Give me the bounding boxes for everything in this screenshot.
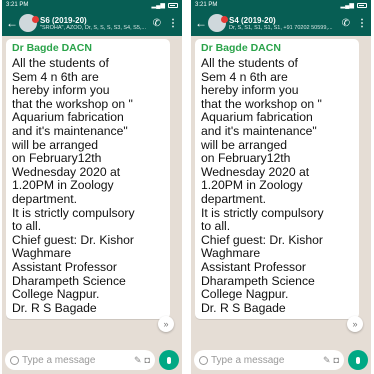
- message-input-pill[interactable]: Type a message ✎ ◘: [194, 350, 344, 370]
- message-line: Dr. R S Bagade: [201, 300, 286, 315]
- mic-glyph: [356, 356, 360, 364]
- message-line: All the students of: [201, 56, 298, 70]
- signal-icon: ▂▄▆: [151, 2, 165, 9]
- chat-area[interactable]: Dr Bagde DACN All the students of Sem 4 n…: [191, 36, 371, 346]
- emoji-icon[interactable]: [10, 355, 19, 365]
- message-line: Sem 4 n 6th are: [12, 69, 99, 84]
- message-line: All the students of: [12, 56, 109, 70]
- message-line: College Nagpur.: [12, 287, 100, 302]
- message-composer: Type a message ✎ ◘: [194, 349, 368, 371]
- group-name: S4 (2019-20): [229, 15, 276, 25]
- message-input[interactable]: Type a message: [211, 355, 320, 366]
- signal-icon: ▂▄▆: [340, 2, 354, 9]
- group-name: S6 (2019-20): [40, 15, 87, 25]
- message-line: 1.20PM in Zoology: [12, 178, 114, 193]
- camera-icon[interactable]: ◘: [145, 355, 150, 365]
- mic-glyph: [167, 356, 171, 364]
- header-actions: ✆ ⋮: [342, 18, 367, 29]
- message-line: on February12th: [12, 151, 102, 166]
- message-line: Waghmare: [12, 246, 72, 261]
- chat-area[interactable]: Dr Bagde DACN All the students of Sem 4 n…: [2, 36, 182, 346]
- message-line: to all.: [201, 219, 231, 234]
- call-add-icon[interactable]: ✆: [153, 18, 161, 29]
- mic-icon[interactable]: [159, 350, 179, 370]
- message-text: All the students of Sem 4 n 6th are hereby…: [201, 56, 353, 315]
- back-arrow-icon[interactable]: ←: [195, 16, 207, 30]
- status-bar: 3:21 PM ▂▄▆: [191, 0, 371, 10]
- message-line: Dharampeth Science: [201, 273, 315, 288]
- avatar-badge: [32, 16, 39, 23]
- camera-icon[interactable]: ◘: [334, 355, 339, 365]
- sender-name: Dr Bagde DACN: [201, 42, 281, 54]
- call-add-icon[interactable]: ✆: [342, 18, 350, 29]
- chat-title-block[interactable]: S6 (2019-20) "SROHA", AZOO, Dr, S, S, S,…: [40, 16, 153, 31]
- system-icons: ▂▄▆: [152, 2, 178, 9]
- attach-icon[interactable]: ✎: [134, 355, 142, 366]
- message-line: Chief guest: Dr. Kishor: [201, 232, 323, 247]
- message-line: department.: [12, 191, 78, 206]
- sender-name: Dr Bagde DACN: [12, 42, 92, 54]
- header-actions: ✆ ⋮: [153, 18, 178, 29]
- group-avatar[interactable]: [208, 14, 228, 32]
- message-line: on February12th: [201, 151, 291, 166]
- status-time: 3:21 PM: [195, 2, 218, 8]
- message-line: Dharampeth Science: [12, 273, 126, 288]
- participants-list: Dr, S, S1, S1, S1, S1, +91 70202 50599,.…: [229, 24, 333, 31]
- message-bubble[interactable]: Dr Bagde DACN All the students of Sem 4 n…: [195, 39, 359, 320]
- message-line: and it's maintenance": [201, 123, 317, 138]
- scroll-down-icon[interactable]: »: [158, 316, 174, 332]
- message-line: It is strictly compulsory: [201, 205, 324, 220]
- back-arrow-icon[interactable]: ←: [6, 16, 18, 30]
- phone-screen-left: 3:21 PM ▂▄▆ ← S6 (2019-20) "SROHA", AZOO…: [2, 0, 182, 374]
- mic-icon[interactable]: [348, 350, 368, 370]
- participants-list: "SROHA", AZOO, Dr, S, S, S, S3, S4, S5,.…: [40, 24, 146, 31]
- message-line: Assistant Professor: [201, 259, 306, 274]
- message-composer: Type a message ✎ ◘: [5, 349, 179, 371]
- message-line: It is strictly compulsory: [12, 205, 135, 220]
- message-line: to all.: [12, 219, 42, 234]
- message-line: Waghmare: [201, 246, 261, 261]
- status-bar: 3:21 PM ▂▄▆: [2, 0, 182, 10]
- chat-header: ← S4 (2019-20) Dr, S, S1, S1, S1, S1, +9…: [191, 10, 371, 36]
- chat-title-block[interactable]: S4 (2019-20) Dr, S, S1, S1, S1, S1, +91 …: [229, 16, 342, 31]
- message-line: will be arranged: [201, 137, 288, 152]
- more-vert-icon[interactable]: ⋮: [357, 18, 367, 29]
- message-line: department.: [201, 191, 267, 206]
- message-bubble[interactable]: Dr Bagde DACN All the students of Sem 4 n…: [6, 39, 170, 320]
- message-line: and it's maintenance": [12, 123, 128, 138]
- group-avatar[interactable]: [19, 14, 39, 32]
- message-line: Chief guest: Dr. Kishor: [12, 232, 134, 247]
- message-line: hereby inform you: [201, 83, 299, 98]
- scroll-down-icon[interactable]: »: [347, 316, 363, 332]
- message-line: College Nagpur.: [201, 287, 289, 302]
- message-line: Assistant Professor: [12, 259, 117, 274]
- message-line: that the workshop on ": [201, 96, 322, 111]
- status-time: 3:21 PM: [6, 2, 29, 8]
- message-input-pill[interactable]: Type a message ✎ ◘: [5, 350, 155, 370]
- chat-header: ← S6 (2019-20) "SROHA", AZOO, Dr, S, S, …: [2, 10, 182, 36]
- system-icons: ▂▄▆: [341, 2, 367, 9]
- message-line: Aquarium fabrication: [12, 110, 124, 125]
- avatar-badge: [221, 16, 228, 23]
- message-line: Wednesday 2020 at: [12, 164, 121, 179]
- message-text: All the students of Sem 4 n 6th are hereby…: [12, 56, 164, 315]
- message-line: will be arranged: [12, 137, 99, 152]
- emoji-icon[interactable]: [199, 355, 208, 365]
- message-line: Aquarium fabrication: [201, 110, 313, 125]
- message-line: Sem 4 n 6th are: [201, 69, 288, 84]
- battery-icon: [168, 2, 178, 8]
- more-vert-icon[interactable]: ⋮: [168, 18, 178, 29]
- message-line: Wednesday 2020 at: [201, 164, 310, 179]
- message-line: 1.20PM in Zoology: [201, 178, 303, 193]
- message-line: hereby inform you: [12, 83, 110, 98]
- attach-icon[interactable]: ✎: [323, 355, 331, 366]
- message-line: that the workshop on ": [12, 96, 133, 111]
- battery-icon: [357, 2, 367, 8]
- message-line: Dr. R S Bagade: [12, 300, 97, 315]
- message-input[interactable]: Type a message: [22, 355, 131, 366]
- phone-screen-right: 3:21 PM ▂▄▆ ← S4 (2019-20) Dr, S, S1, S1…: [191, 0, 371, 374]
